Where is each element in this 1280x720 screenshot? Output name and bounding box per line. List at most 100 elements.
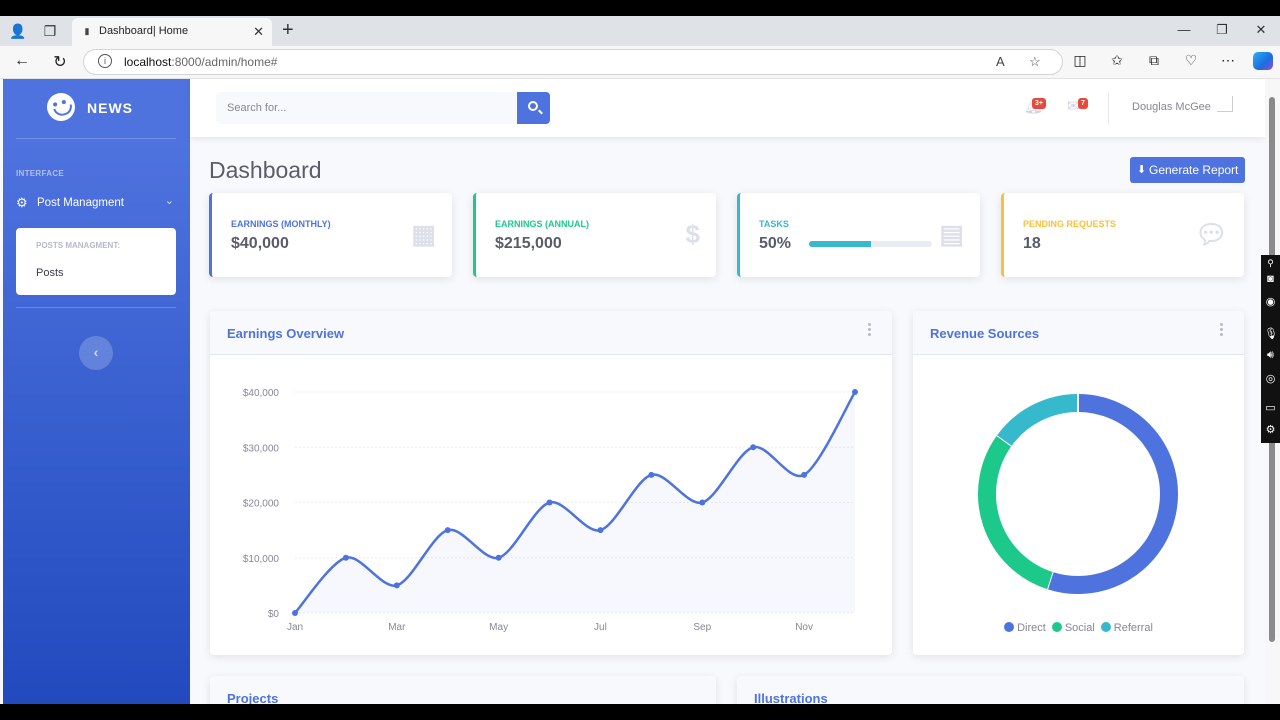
screen-icon[interactable]: ▭ <box>1264 401 1277 414</box>
x-tick-label: Nov <box>795 622 813 633</box>
sidebar-item-posts[interactable]: Posts <box>36 267 64 279</box>
url-path: :8000/admin/home# <box>171 55 278 69</box>
stat-value: $215,000 <box>495 235 562 252</box>
sidebar-brand[interactable]: NEWS <box>3 79 190 137</box>
legend-item-referral[interactable]: Referral <box>1100 622 1153 634</box>
revenue-donut-chart <box>978 393 1178 594</box>
legend-label: Direct <box>1017 622 1046 634</box>
avatar[interactable] <box>1217 96 1233 112</box>
y-tick-label: $10,000 <box>243 554 280 565</box>
download-icon: ⬇ <box>1137 164 1147 176</box>
sidebar-divider <box>16 307 176 308</box>
chart-legend: Direct Social Referral <box>913 622 1244 634</box>
user-name[interactable]: Douglas McGee <box>1132 101 1211 113</box>
earnings-area-chart: $0 $10,000 $20,000 $30,000 $40,000 Jan Mar May J… <box>243 388 858 633</box>
stat-value: $40,000 <box>231 235 289 252</box>
refresh-icon[interactable]: ↻ <box>50 52 70 72</box>
browser-essentials-icon[interactable]: ♡ <box>1182 52 1200 69</box>
data-point <box>597 527 604 534</box>
legend-item-direct[interactable]: Direct <box>1004 622 1046 634</box>
card-title: Revenue Sources <box>930 326 1040 341</box>
sidebar-item-post-managment[interactable]: ⚙ Post Managment ⌄ <box>16 194 178 214</box>
legend-dot <box>1004 622 1015 632</box>
gear-icon: ⚙ <box>16 195 28 210</box>
sidebar-toggle-button[interactable]: ‹ <box>79 336 113 370</box>
tab-close-icon[interactable]: ✕ <box>253 24 264 40</box>
more-menu-icon[interactable]: ⋯ <box>1219 52 1237 69</box>
microphone-icon[interactable]: 🎙︎ <box>1264 327 1278 340</box>
record-icon[interactable]: ◉ <box>1264 295 1277 308</box>
topbar: 🔔︎ 3+ ✉ 7 Douglas McGee <box>190 79 1265 137</box>
y-tick-label: $40,000 <box>243 388 280 399</box>
stat-value: 50% <box>759 235 792 252</box>
search-input[interactable] <box>216 92 517 124</box>
x-tick-label: Mar <box>388 622 406 633</box>
stat-card-pending-requests: PENDING REQUESTS 18 💬︎ <box>1001 193 1244 277</box>
url-text: localhost:8000/admin/home# <box>124 55 277 69</box>
back-icon[interactable]: ← <box>12 52 32 70</box>
card-header: Illustrations <box>737 676 1244 704</box>
sidebar: NEWS INTERFACE ⚙ Post Managment ⌄ POSTS … <box>3 79 190 704</box>
projects-card: Projects <box>210 676 716 704</box>
generate-report-label: Generate Report <box>1149 163 1239 177</box>
x-tick-label: Jan <box>287 622 303 633</box>
alerts-badge: 3+ <box>1032 98 1046 109</box>
minimize-icon[interactable]: — <box>1176 22 1192 37</box>
favorites-icon[interactable]: ✩ <box>1108 52 1126 69</box>
stat-label: EARNINGS (MONTHLY) <box>231 219 331 229</box>
tab-favicon-icon: ▮ <box>84 26 90 36</box>
new-tab-icon[interactable]: + <box>282 19 294 42</box>
split-screen-icon[interactable]: ◫ <box>1071 52 1089 69</box>
collections-icon[interactable]: ⧉ <box>1145 52 1163 69</box>
card-header: Revenue Sources <box>913 311 1244 355</box>
y-tick-label: $0 <box>268 609 280 620</box>
url-host: localhost <box>124 55 172 69</box>
pin-icon[interactable]: ⚲ <box>1264 258 1277 269</box>
data-point <box>495 554 502 561</box>
tab-actions-icon[interactable]: ❐ <box>40 21 60 41</box>
copilot-icon[interactable] <box>1253 52 1273 70</box>
topbar-divider <box>1108 92 1109 124</box>
legend-label: Referral <box>1113 622 1153 634</box>
webcam-icon[interactable]: ◎ <box>1264 372 1277 385</box>
x-tick-label: Jul <box>594 622 607 633</box>
collapse-header: POSTS MANAGMENT: <box>36 241 120 250</box>
address-bar[interactable]: i localhost:8000/admin/home# A ☆ <box>83 49 1063 75</box>
data-point <box>444 527 451 534</box>
camera-icon[interactable]: ◙ <box>1264 273 1277 285</box>
read-aloud-icon[interactable]: A <box>996 54 1005 69</box>
x-tick-label: Sep <box>693 622 711 633</box>
search-icon <box>528 101 538 111</box>
stat-card-earnings-annual: EARNINGS (ANNUAL) $215,000 $ <box>473 193 716 277</box>
data-point <box>546 499 553 506</box>
admin-app: NEWS INTERFACE ⚙ Post Managment ⌄ POSTS … <box>3 79 1265 704</box>
generate-report-button[interactable]: ⬇ Generate Report <box>1130 157 1245 183</box>
card-header: Projects <box>210 676 716 704</box>
earnings-overview-card: Earnings Overview $0 $10,000 $20,000 $30,00… <box>210 311 892 655</box>
search-button[interactable] <box>517 92 550 124</box>
restore-icon[interactable]: ❐ <box>1214 22 1230 38</box>
slice-referral <box>997 394 1079 447</box>
tab-title: Dashboard| Home <box>99 25 189 37</box>
profile-icon[interactable]: 👤 <box>8 21 28 41</box>
calendar-icon: ▦ <box>411 219 436 249</box>
dollar-icon: $ <box>685 219 700 249</box>
tab-active[interactable]: ▮ Dashboard| Home ✕ <box>72 18 272 46</box>
recorder-toolbar: ⚲ ◙ ◉ 🎙︎ 🔊︎ ◎ ▭ ⚙ <box>1261 255 1280 443</box>
card-menu-icon[interactable] <box>868 323 872 338</box>
window-close-icon[interactable]: ✕ <box>1253 22 1269 38</box>
stat-card-tasks: TASKS 50% ▤ <box>737 193 980 277</box>
data-point <box>852 389 858 395</box>
speaker-icon[interactable]: 🔊︎ <box>1264 349 1277 362</box>
sidebar-collapse-menu: POSTS MANAGMENT: Posts <box>16 228 176 295</box>
y-tick-label: $20,000 <box>243 499 280 510</box>
main-content: Dashboard ⬇ Generate Report EARNINGS (MO… <box>190 137 1265 704</box>
favorite-star-icon[interactable]: ☆ <box>1029 54 1041 70</box>
card-menu-icon[interactable] <box>1220 323 1224 338</box>
data-point <box>292 610 298 616</box>
legend-item-social[interactable]: Social <box>1051 622 1095 634</box>
settings-icon[interactable]: ⚙ <box>1264 423 1277 436</box>
site-info-icon[interactable]: i <box>98 54 112 68</box>
card-title: Earnings Overview <box>227 326 345 341</box>
legend-label: Social <box>1064 622 1095 634</box>
